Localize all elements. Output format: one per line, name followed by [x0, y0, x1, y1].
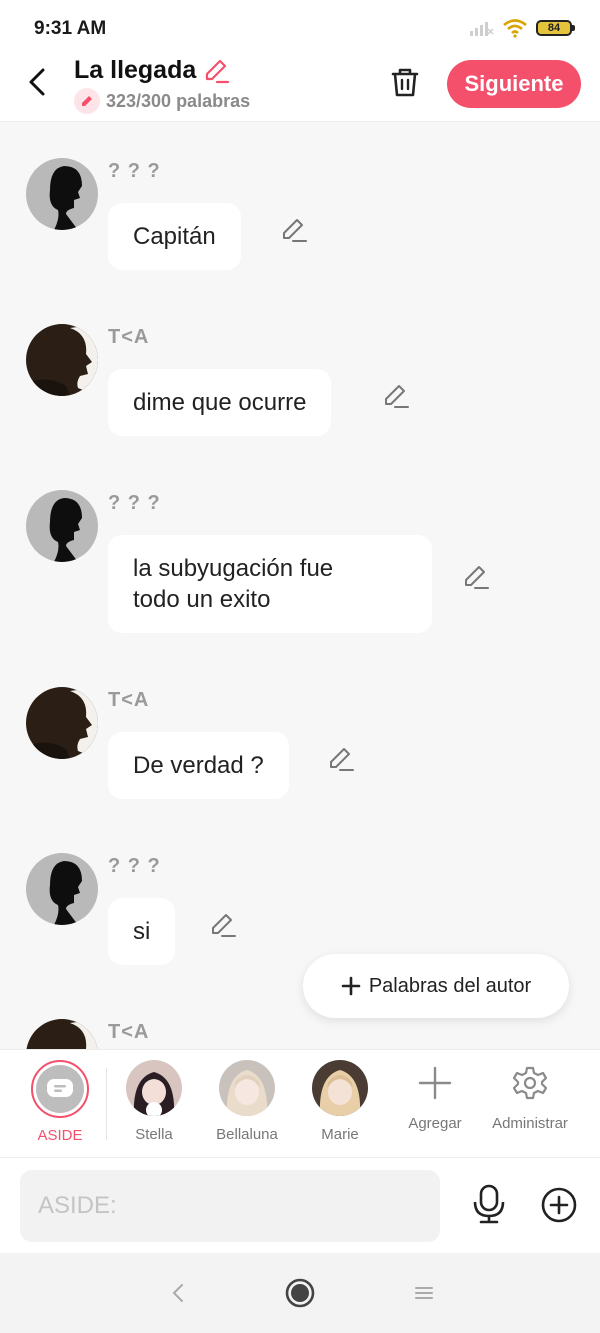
chat-area[interactable]: ? ? ? Capitán T<A dime que ocurre ? ? ? … — [0, 122, 600, 1049]
speaker-name: T<A — [108, 1021, 150, 1043]
character-label: Marie — [321, 1126, 359, 1143]
title-row[interactable]: La llegada — [74, 56, 230, 85]
message-bubble[interactable]: si — [108, 898, 176, 965]
character-label: Administrar — [492, 1115, 568, 1132]
nav-home-button[interactable] — [280, 1277, 320, 1309]
speaker-name: ? ? ? — [108, 160, 161, 182]
gear-icon — [502, 1060, 558, 1106]
next-button[interactable]: Siguiente — [447, 60, 581, 108]
manage-characters-button[interactable]: Administrar — [483, 1060, 577, 1132]
character-stella[interactable]: Stella — [107, 1060, 201, 1143]
status-bar: 9:31 AM 84 — [0, 0, 600, 56]
add-button[interactable] — [540, 1186, 578, 1224]
nav-home-icon — [285, 1278, 315, 1308]
nav-menu-button[interactable] — [404, 1277, 444, 1309]
speaker-name: T<A — [108, 326, 150, 348]
message-bubble[interactable]: dime que ocurre — [108, 369, 332, 436]
chat-bubble-icon — [47, 1079, 73, 1097]
word-count: 323/300 palabras — [106, 90, 251, 111]
pencil-icon — [74, 88, 100, 114]
back-button[interactable] — [22, 64, 52, 100]
trash-icon — [391, 68, 419, 97]
avatar[interactable] — [26, 687, 98, 759]
avatar[interactable] — [26, 1019, 98, 1049]
status-icons: 84 — [468, 18, 575, 38]
avatar — [312, 1060, 368, 1116]
edit-title-icon[interactable] — [202, 57, 230, 85]
word-count-row: 323/300 palabras — [74, 88, 250, 114]
nav-menu-icon — [415, 1287, 433, 1299]
author-words-button[interactable]: Palabras del autor — [303, 954, 569, 1018]
avatar[interactable] — [26, 158, 98, 230]
avatar[interactable] — [26, 324, 98, 396]
avatar[interactable] — [26, 490, 98, 562]
edit-message-icon[interactable] — [462, 563, 490, 591]
edit-message-icon[interactable] — [280, 216, 308, 244]
avatar[interactable] — [26, 853, 98, 925]
edit-message-icon[interactable] — [382, 382, 410, 410]
message-bubble[interactable]: Capitán — [108, 203, 241, 270]
input-bar — [0, 1157, 600, 1253]
signal-icon — [470, 22, 494, 36]
character-aside[interactable]: ASIDE — [13, 1060, 107, 1144]
battery-indicator: 84 — [536, 20, 575, 36]
speaker-name: ? ? ? — [108, 492, 161, 514]
character-label: ASIDE — [37, 1127, 83, 1144]
edit-message-icon[interactable] — [209, 911, 237, 939]
story-header: La llegada 323/300 palabras Siguiente — [0, 56, 600, 122]
microphone-icon — [473, 1184, 505, 1224]
plus-circle-icon — [541, 1187, 577, 1223]
chevron-left-icon — [29, 68, 45, 96]
nav-back-icon — [172, 1284, 183, 1302]
message-bubble[interactable]: De verdad ? — [108, 732, 289, 799]
avatar — [219, 1060, 275, 1116]
nav-back-button[interactable] — [158, 1277, 198, 1309]
message-bubble[interactable]: la subyugación fue todo un exito — [108, 535, 432, 633]
character-selector: ASIDE Stella Bellaluna Marie Agregar Adm… — [0, 1049, 600, 1157]
avatar — [126, 1060, 182, 1116]
system-nav-bar — [0, 1253, 600, 1333]
character-marie[interactable]: Marie — [293, 1060, 387, 1143]
wifi-icon — [503, 19, 527, 38]
plus-icon — [341, 976, 361, 996]
add-icon — [407, 1060, 463, 1106]
character-label: Stella — [135, 1126, 173, 1143]
story-title: La llegada — [74, 56, 197, 84]
character-bellaluna[interactable]: Bellaluna — [200, 1060, 294, 1143]
delete-button[interactable] — [388, 64, 422, 100]
speaker-name: ? ? ? — [108, 855, 161, 877]
character-label: Bellaluna — [216, 1126, 278, 1143]
aside-avatar — [31, 1060, 89, 1118]
edit-message-icon[interactable] — [327, 745, 355, 773]
author-words-label: Palabras del autor — [368, 974, 532, 997]
status-time: 9:31 AM — [34, 18, 107, 39]
message-input[interactable] — [20, 1170, 440, 1242]
speaker-name: T<A — [108, 689, 150, 711]
character-label: Agregar — [408, 1115, 462, 1132]
add-character-button[interactable]: Agregar — [388, 1060, 482, 1132]
voice-button[interactable] — [470, 1184, 508, 1224]
